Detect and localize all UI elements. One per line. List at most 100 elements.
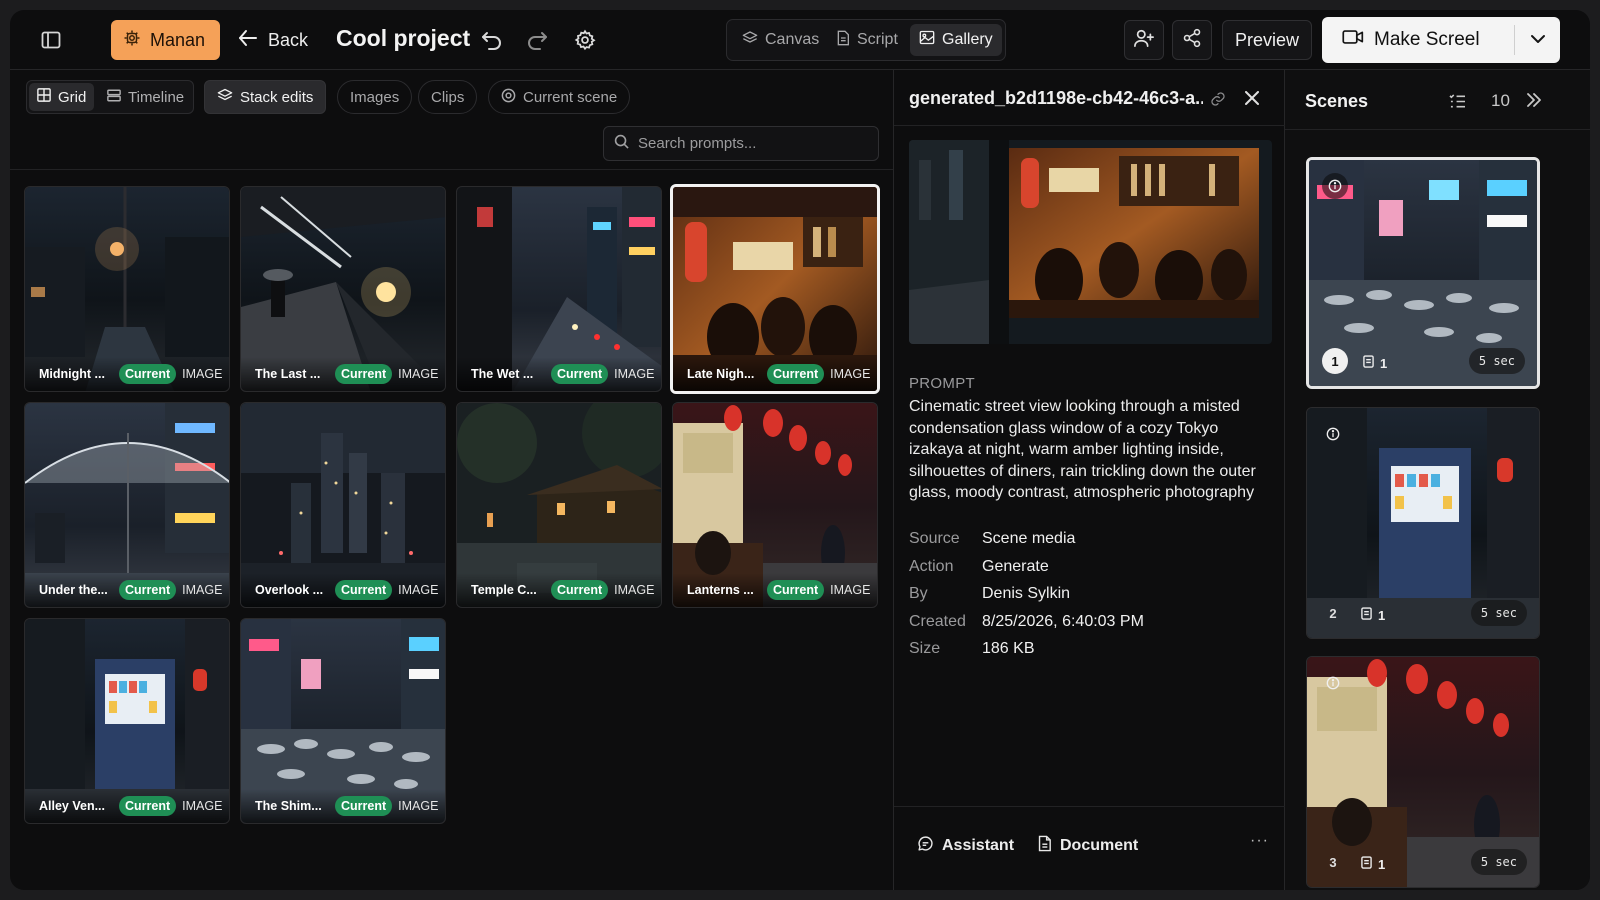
scene-clip-count: 1: [1361, 856, 1385, 872]
close-icon[interactable]: [1242, 88, 1262, 108]
tile-name: Late Nigh...: [687, 367, 755, 381]
project-title[interactable]: Cool project: [336, 25, 470, 52]
info-icon[interactable]: [1320, 670, 1346, 696]
file-icon: [836, 30, 850, 51]
tile-name: Alley Ven...: [39, 799, 106, 813]
filter-stack-edits[interactable]: Stack edits: [204, 80, 327, 114]
list-icon[interactable]: [1448, 92, 1466, 110]
gallery-tile[interactable]: The Shim... Current IMAGE: [240, 618, 446, 824]
redo-icon[interactable]: [525, 28, 549, 52]
tile-caption: Temple C... Current IMAGE: [457, 573, 661, 607]
more-options-button[interactable]: ···: [1250, 832, 1269, 850]
gallery-tile[interactable]: Overlook ... Current IMAGE: [240, 402, 446, 608]
gallery-panel: Grid Timeline Stack edits Images Clips C…: [10, 70, 893, 890]
gallery-tile[interactable]: Lanterns ... Current IMAGE: [672, 402, 878, 608]
scene-number: 1: [1322, 348, 1348, 374]
settings-gear-icon[interactable]: [572, 27, 598, 53]
tile-caption: Alley Ven... Current IMAGE: [25, 789, 229, 823]
target-icon: [501, 88, 516, 107]
gallery-tile[interactable]: The Wet ... Current IMAGE: [456, 186, 662, 392]
filter-current-scene-label: Current scene: [523, 88, 618, 106]
tile-name: Temple C...: [471, 583, 537, 597]
search-box: [603, 126, 879, 161]
tile-name: Under the...: [39, 583, 108, 597]
gallery-tile-selected[interactable]: Late Nigh... Current IMAGE: [670, 184, 880, 394]
scene-duration: 5 sec: [1468, 348, 1525, 374]
current-badge: Current: [767, 364, 825, 384]
meta-source-value: Scene media: [982, 530, 1076, 547]
assistant-button[interactable]: Assistant: [917, 835, 1014, 857]
tile-caption: The Last ... Current IMAGE: [241, 357, 445, 391]
undo-icon[interactable]: [480, 28, 504, 52]
tab-canvas[interactable]: Canvas: [733, 24, 828, 56]
search-prompts-input[interactable]: [638, 135, 858, 152]
view-mode-grid-label: Grid: [58, 88, 87, 106]
images-icon: [919, 30, 935, 50]
gallery-tile[interactable]: Under the... Current IMAGE: [24, 402, 230, 608]
scene-card[interactable]: 1 1 5 sec: [1306, 157, 1540, 389]
arrow-left-icon: [238, 29, 258, 52]
tile-name: The Last ...: [255, 367, 321, 381]
filter-images[interactable]: Images: [337, 80, 413, 114]
scene-duration: 5 sec: [1470, 849, 1527, 875]
stack-layers-icon: [217, 88, 233, 107]
view-mode-grid[interactable]: Grid: [29, 83, 95, 111]
video-camera-icon: [1342, 29, 1364, 51]
tab-gallery[interactable]: Gallery: [910, 24, 1002, 56]
share-button[interactable]: [1172, 20, 1212, 60]
document-button[interactable]: Document: [1037, 835, 1138, 857]
current-badge: Current: [335, 364, 393, 384]
scenes-count: 10: [1491, 91, 1510, 110]
scene-clip-count: 1: [1361, 607, 1385, 623]
current-badge: Current: [335, 796, 393, 816]
meta-size-value: 186 KB: [982, 640, 1035, 657]
sidebar-toggle-icon[interactable]: [38, 28, 64, 52]
clip-count-value: 1: [1378, 607, 1386, 623]
workspace-button[interactable]: Manan: [111, 20, 220, 60]
clip-stack-icon: [1361, 607, 1372, 623]
filter-current-scene[interactable]: Current scene: [488, 80, 631, 114]
media-preview-image: [909, 140, 1272, 344]
top-bar: Manan Back Cool project Canvas Script Ga…: [10, 10, 1590, 70]
gallery-tile[interactable]: Midnight ... Current IMAGE: [24, 186, 230, 392]
tile-caption: Lanterns ... Current IMAGE: [673, 573, 877, 607]
gallery-tile[interactable]: Alley Ven... Current IMAGE: [24, 618, 230, 824]
tab-script-label: Script: [857, 31, 898, 48]
gallery-tile[interactable]: The Last ... Current IMAGE: [240, 186, 446, 392]
meta-action-value: Generate: [982, 558, 1049, 575]
make-screel-button-group: Make Screel: [1322, 17, 1560, 63]
view-mode-timeline-label: Timeline: [128, 88, 185, 106]
filter-clips[interactable]: Clips: [418, 80, 478, 114]
scene-card[interactable]: 2 1 5 sec: [1306, 407, 1540, 639]
tab-canvas-label: Canvas: [765, 31, 820, 48]
media-type-label: IMAGE: [182, 583, 223, 597]
workspace-gear-icon: [123, 29, 141, 52]
share-icon: [1182, 28, 1202, 53]
chevrons-right-icon[interactable]: [1525, 91, 1543, 109]
tile-name: Overlook ...: [255, 583, 324, 597]
user-plus-icon: [1133, 28, 1155, 53]
make-options-button[interactable]: [1515, 17, 1560, 63]
preview-button[interactable]: Preview: [1222, 20, 1312, 60]
filter-stack-edits-label: Stack edits: [240, 88, 314, 106]
clip-count-value: 1: [1378, 856, 1386, 872]
view-mode-timeline[interactable]: Timeline: [99, 83, 192, 111]
tile-caption: The Wet ... Current IMAGE: [457, 357, 661, 391]
back-button[interactable]: Back: [238, 27, 308, 53]
document-label: Document: [1060, 837, 1139, 854]
gallery-tile[interactable]: Temple C... Current IMAGE: [456, 402, 662, 608]
media-filename: generated_b2d1198e-cb42-46c3-a...: [909, 88, 1203, 108]
info-icon[interactable]: [1320, 421, 1346, 447]
tab-script[interactable]: Script: [827, 24, 907, 56]
link-icon[interactable]: [1208, 89, 1228, 109]
tile-caption: Late Nigh... Current IMAGE: [673, 357, 877, 391]
current-badge: Current: [119, 796, 177, 816]
info-icon[interactable]: [1322, 173, 1348, 199]
tile-name: Lanterns ...: [687, 583, 754, 597]
scene-card[interactable]: 3 1 5 sec: [1306, 656, 1540, 888]
invite-user-button[interactable]: [1124, 20, 1164, 60]
make-screel-label: Make Screel: [1374, 29, 1480, 50]
make-screel-button[interactable]: Make Screel: [1322, 17, 1514, 63]
tile-caption: Overlook ... Current IMAGE: [241, 573, 445, 607]
tile-name: The Shim...: [255, 799, 322, 813]
